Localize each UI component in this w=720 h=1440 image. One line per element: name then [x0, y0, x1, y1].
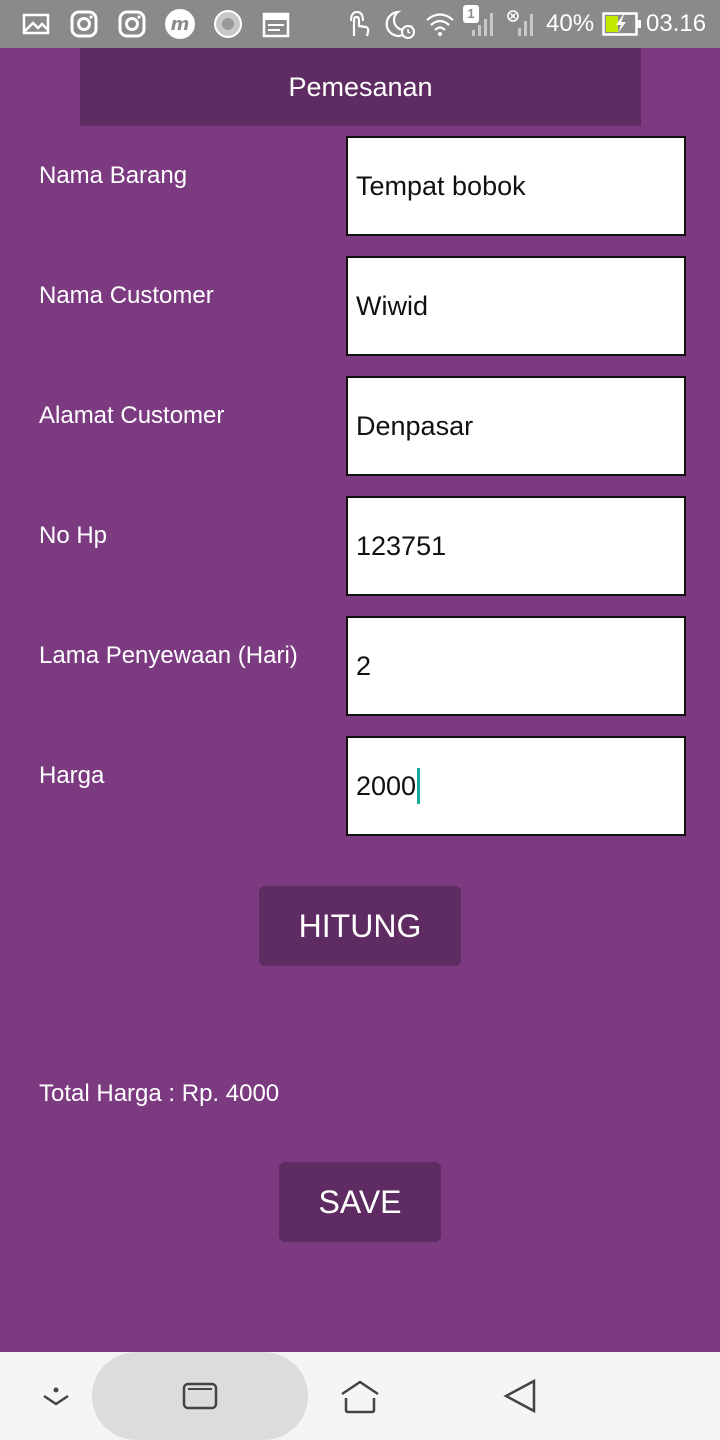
text-cursor [417, 768, 421, 804]
navigation-bar [0, 1352, 720, 1440]
save-button[interactable]: SAVE [279, 1162, 441, 1242]
back-icon[interactable] [500, 1376, 540, 1416]
battery-icon [602, 12, 641, 36]
harga-label: Harga [39, 762, 105, 789]
battery-percentage: 40% [546, 10, 595, 37]
clock: 03.16 [646, 10, 707, 37]
save-button-label: SAVE [318, 1183, 402, 1220]
touch-icon [350, 10, 370, 37]
loading-icon [214, 10, 242, 38]
expand-down-icon[interactable] [40, 1380, 72, 1412]
alamat-customer-value: Denpasar [356, 410, 474, 441]
alamat-customer-input[interactable]: Denpasar [346, 376, 686, 476]
nama-customer-label: Nama Customer [39, 282, 214, 309]
total-harga-text: Total Harga : Rp. 4000 [39, 1080, 280, 1107]
signal-off-icon [507, 10, 533, 36]
calendar-icon [262, 12, 290, 38]
recents-icon[interactable] [180, 1376, 220, 1416]
home-icon[interactable] [338, 1374, 382, 1418]
sleep-alarm-icon [385, 10, 415, 39]
nama-barang-input[interactable]: Tempat bobok [346, 136, 686, 236]
harga-value: 2000 [356, 770, 417, 801]
lama-penyewaan-value: 2 [356, 650, 372, 681]
m-app-icon: m [165, 9, 195, 39]
wifi-icon [426, 13, 454, 36]
lama-penyewaan-input[interactable]: 2 [346, 616, 686, 716]
hitung-button-label: HITUNG [298, 907, 422, 944]
nama-customer-input[interactable]: Wiwid [346, 256, 686, 356]
lama-penyewaan-label: Lama Penyewaan (Hari) [39, 642, 298, 669]
nama-barang-label: Nama Barang [39, 162, 188, 189]
svg-text:m: m [171, 14, 190, 35]
gallery-icon [22, 13, 50, 35]
instagram-icon [70, 10, 98, 38]
hitung-button[interactable]: HITUNG [259, 886, 461, 966]
nama-customer-value: Wiwid [356, 290, 428, 321]
signal-icon [472, 13, 493, 36]
no-hp-input[interactable]: 123751 [346, 496, 686, 596]
harga-input[interactable]: 2000 [346, 736, 686, 836]
nama-barang-value: Tempat bobok [356, 170, 526, 201]
page-title: Pemesanan [288, 71, 433, 102]
no-hp-value: 123751 [356, 530, 447, 561]
status-bar: m 1 40% 03.16 [0, 0, 720, 48]
no-hp-label: No Hp [39, 522, 108, 549]
alamat-customer-label: Alamat Customer [39, 402, 225, 429]
title-bar: Pemesanan [80, 48, 641, 126]
instagram-icon [118, 10, 146, 38]
